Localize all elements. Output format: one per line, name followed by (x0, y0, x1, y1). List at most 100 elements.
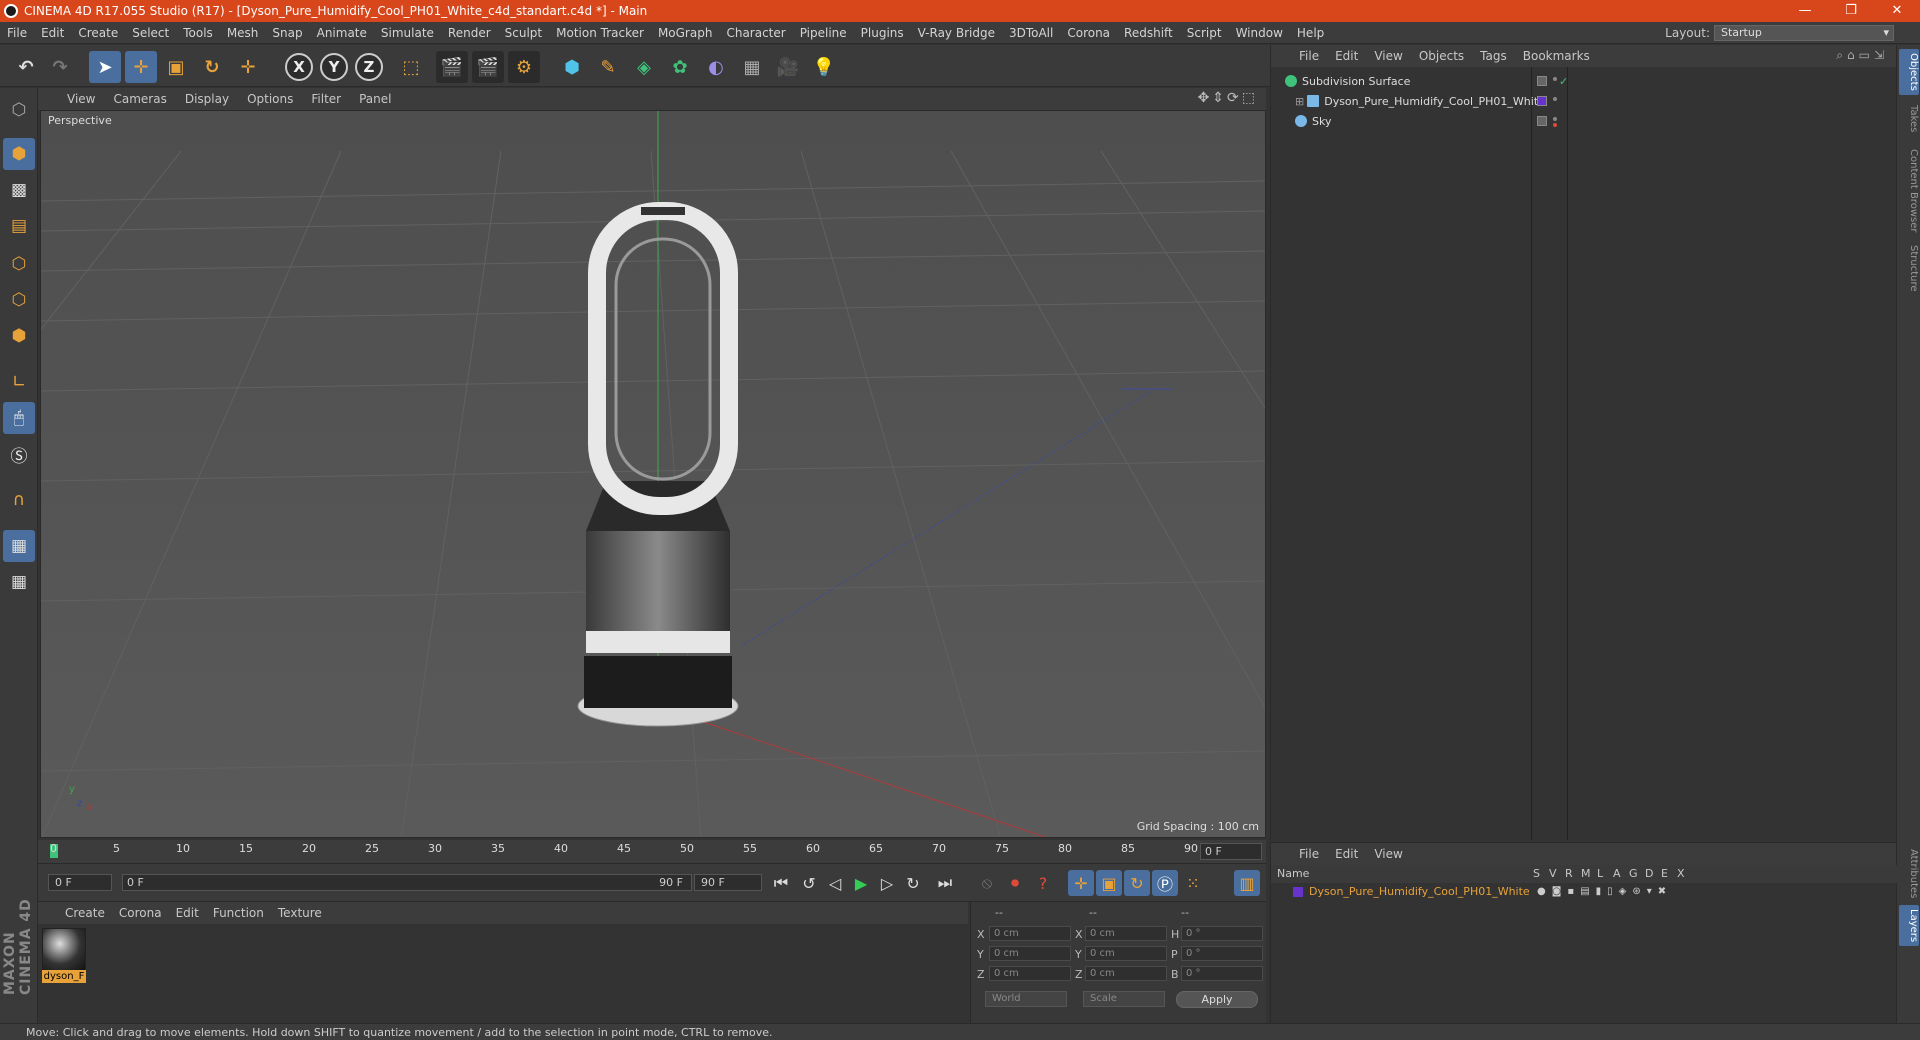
go-to-start-icon[interactable]: ⏮ (768, 870, 794, 896)
redo-icon[interactable]: ↷ (44, 51, 76, 83)
render-view-icon[interactable]: 🎬 (436, 51, 468, 83)
size-x-field[interactable]: 0 cm (1085, 926, 1167, 941)
size-y-field[interactable]: 0 cm (1085, 946, 1167, 961)
object-menu-tags[interactable]: Tags (1472, 49, 1515, 63)
menu-item-create[interactable]: Create (71, 22, 125, 44)
scale-tool-icon[interactable]: ▣ (160, 51, 192, 83)
menu-item-3dtoall[interactable]: 3DToAll (1002, 22, 1060, 44)
menu-item-sculpt[interactable]: Sculpt (498, 22, 549, 44)
camera-icon[interactable]: 🎥 (772, 51, 804, 83)
menu-item-motion-tracker[interactable]: Motion Tracker (549, 22, 651, 44)
key-scale-icon[interactable]: ▣ (1096, 870, 1122, 896)
current-frame-field[interactable]: 0 F (1200, 843, 1262, 860)
visibility-toggle[interactable] (1537, 116, 1547, 126)
layer-column-a[interactable]: A (1613, 865, 1621, 883)
menu-item-simulate[interactable]: Simulate (374, 22, 441, 44)
close-button[interactable]: ✕ (1874, 0, 1920, 22)
menu-item-file[interactable]: File (0, 22, 34, 44)
points-mode-icon[interactable]: ⬡ (3, 248, 35, 280)
material-menu-function[interactable]: Function (206, 906, 271, 920)
material-menu-texture[interactable]: Texture (271, 906, 329, 920)
size-mode-select[interactable]: Scale (1083, 991, 1165, 1007)
end-frame-field[interactable]: 90 F (694, 874, 762, 891)
menu-item-v-ray-bridge[interactable]: V-Ray Bridge (911, 22, 1002, 44)
next-frame-icon[interactable]: ▷ (874, 870, 900, 896)
layer-menu-view[interactable]: View (1366, 847, 1410, 861)
menu-item-animate[interactable]: Animate (310, 22, 374, 44)
object-row-subdivision-surface[interactable]: Subdivision Surface ✓ (1271, 73, 1897, 91)
move-tool-icon[interactable]: ✛ (125, 51, 157, 83)
layer-column-v[interactable]: V (1549, 865, 1557, 883)
floor-icon[interactable]: ▦ (736, 51, 768, 83)
workplane-mode-icon[interactable]: ▤ (3, 210, 35, 242)
viewport-menu-view[interactable]: View (58, 92, 104, 106)
model-mode-icon[interactable]: ⬢ (3, 138, 35, 170)
layer-column-g[interactable]: G (1629, 865, 1638, 883)
menu-item-script[interactable]: Script (1180, 22, 1229, 44)
timeline-ruler[interactable]: 0 F 0 5 10 15 20 25 30 35 40 45 50 55 60 65 70 75 80 85 90 (38, 840, 1266, 864)
y-axis-lock-button[interactable]: Y (320, 53, 348, 81)
material-name-label[interactable]: dyson_F (42, 970, 86, 983)
layer-column-d[interactable]: D (1645, 865, 1653, 883)
menu-item-edit[interactable]: Edit (34, 22, 71, 44)
rotate-tool-icon[interactable]: ↻ (196, 51, 228, 83)
tab-structure[interactable]: Structure (1899, 241, 1919, 296)
record-keys-icon[interactable]: ⦸ (974, 870, 1000, 896)
object-menu-edit[interactable]: Edit (1327, 49, 1366, 63)
pos-x-field[interactable]: 0 cm (989, 926, 1071, 941)
menu-item-select[interactable]: Select (125, 22, 176, 44)
menu-item-mesh[interactable]: Mesh (220, 22, 266, 44)
tweak-mode-icon[interactable]: 🖱 (3, 402, 35, 434)
layer-column-s[interactable]: S (1533, 865, 1540, 883)
menu-item-character[interactable]: Character (719, 22, 792, 44)
tab-attributes[interactable]: Attributes (1899, 845, 1919, 902)
rot-b-field[interactable]: 0 ° (1181, 966, 1263, 981)
autokeying-icon[interactable]: ⏺ (1002, 870, 1028, 896)
key-parameter-icon[interactable]: Ⓟ (1152, 870, 1178, 896)
layout-select[interactable]: Startup (1714, 25, 1894, 41)
render-visibility-dot[interactable] (1553, 123, 1557, 127)
editor-visibility-dot[interactable] (1553, 97, 1557, 101)
previous-key-icon[interactable]: ↺ (796, 870, 822, 896)
magnet-icon[interactable]: ∩ (3, 484, 35, 516)
next-key-icon[interactable]: ↻ (900, 870, 926, 896)
make-editable-icon[interactable]: ⬡ (3, 94, 35, 126)
layer-menu-file[interactable]: File (1291, 847, 1327, 861)
tab-takes[interactable]: Takes (1899, 101, 1919, 136)
viewport-menu-cameras[interactable]: Cameras (104, 92, 175, 106)
axis-mode-icon[interactable]: ∟ (3, 366, 35, 398)
viewport-menu-display[interactable]: Display (176, 92, 238, 106)
object-menu-file[interactable]: File (1291, 49, 1327, 63)
cube-object-icon[interactable]: ⬢ (556, 51, 588, 83)
menu-item-redshift[interactable]: Redshift (1117, 22, 1180, 44)
layer-color-swatch[interactable] (1293, 887, 1303, 897)
recent-tool-icon[interactable]: ✛ (232, 51, 264, 83)
rot-h-field[interactable]: 0 ° (1181, 926, 1263, 941)
deformer-icon[interactable]: ◐ (700, 51, 732, 83)
layer-column-m[interactable]: M (1581, 865, 1591, 883)
object-menu-view[interactable]: View (1366, 49, 1410, 63)
object-manager-tools-icons[interactable]: ⌕⌂▭⇲ (1836, 48, 1888, 63)
viewport-menu-panel[interactable]: Panel (350, 92, 400, 106)
viewport-navigation-icons[interactable]: ✥⇕⟳⬚ (1198, 90, 1258, 106)
key-pla-icon[interactable]: ⁙ (1180, 870, 1206, 896)
edit-render-settings-icon[interactable]: ⚙ (508, 51, 540, 83)
material-menu-corona[interactable]: Corona (112, 906, 169, 920)
render-picture-viewer-icon[interactable]: 🎬 (472, 51, 504, 83)
layer-menu-edit[interactable]: Edit (1327, 847, 1366, 861)
rot-p-field[interactable]: 0 ° (1181, 946, 1263, 961)
expand-icon[interactable]: ⊞ (1295, 95, 1304, 108)
timeline-layout-icon[interactable]: ▥ (1234, 870, 1260, 896)
menu-item-snap[interactable]: Snap (265, 22, 309, 44)
menu-item-help[interactable]: Help (1290, 22, 1331, 44)
menu-item-mograph[interactable]: MoGraph (651, 22, 720, 44)
restore-button[interactable]: ❐ (1828, 0, 1874, 22)
layer-flag-icons[interactable]: ●◙▪▤▮▯◈⊛▾✖ (1537, 883, 1672, 901)
x-axis-lock-button[interactable]: X (285, 53, 313, 81)
planar-workplane-icon[interactable]: ▦ (3, 566, 35, 598)
pos-y-field[interactable]: 0 cm (989, 946, 1071, 961)
material-menu-edit[interactable]: Edit (169, 906, 206, 920)
key-rotation-icon[interactable]: ↻ (1124, 870, 1150, 896)
perspective-viewport[interactable]: Perspective y z x Grid Spacing : 100 cm (40, 110, 1266, 838)
cloner-icon[interactable]: ✿ (664, 51, 696, 83)
